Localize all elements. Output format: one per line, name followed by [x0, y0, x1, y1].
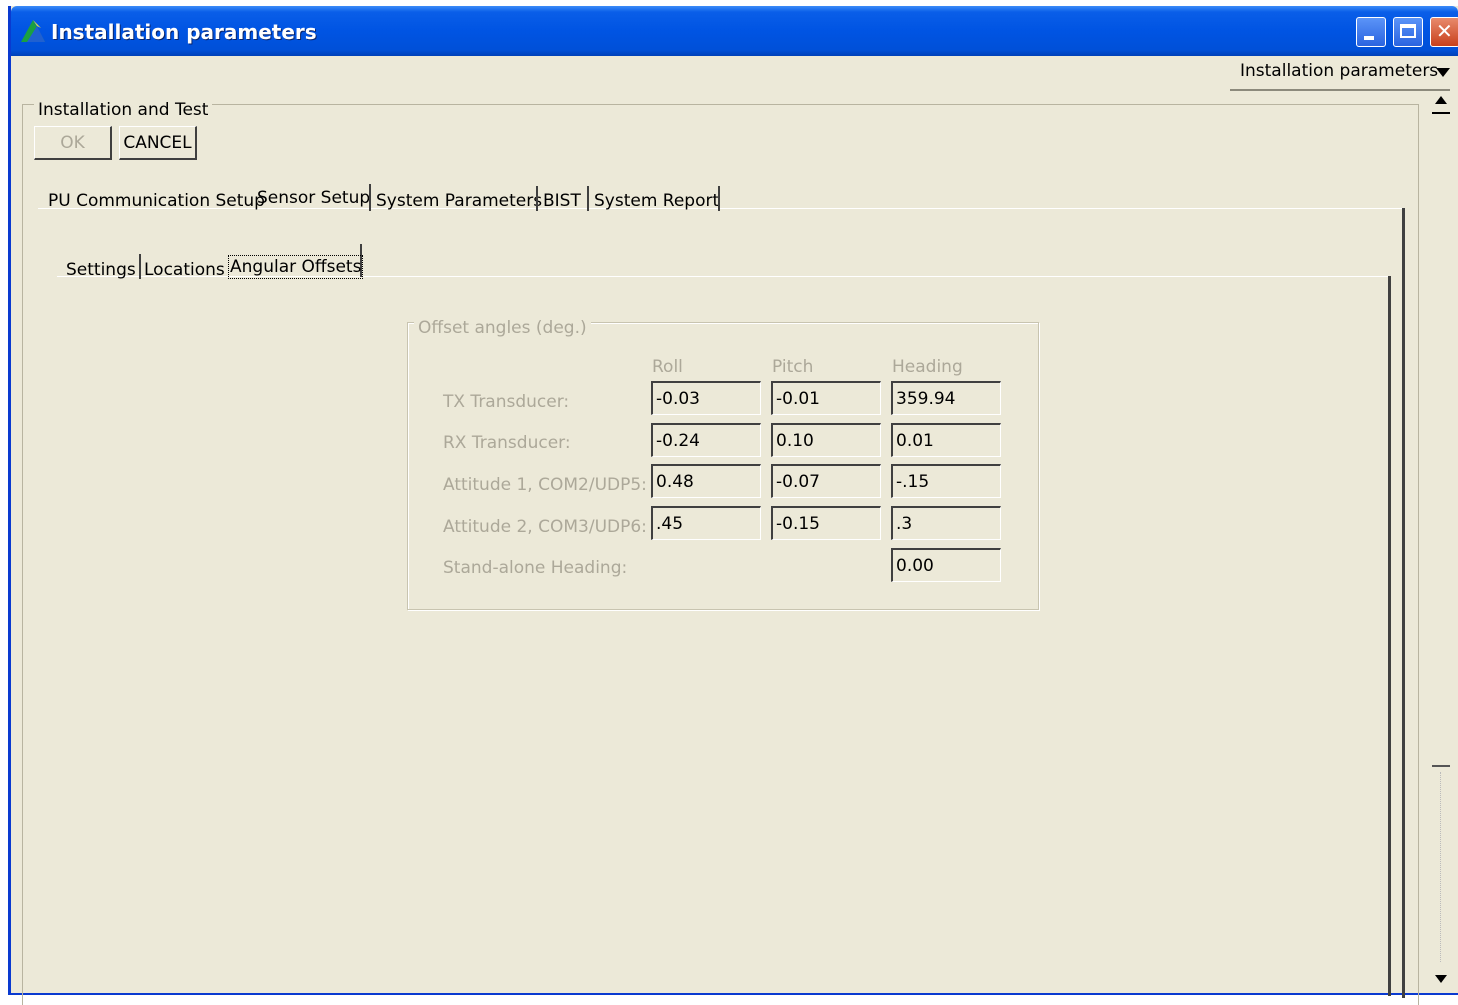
view-selector-value: Installation parameters — [1240, 61, 1439, 81]
tab-settings[interactable]: Settings — [66, 260, 136, 280]
close-button[interactable] — [1430, 17, 1458, 47]
tx-pitch-field[interactable] — [771, 381, 881, 415]
offset-angles-legend: Offset angles (deg.) — [414, 318, 591, 338]
title-bar[interactable]: Installation parameters — [11, 6, 1458, 56]
row-label-stand-alone-heading: Stand-alone Heading: — [443, 558, 628, 578]
tab-system-report[interactable]: System Report — [594, 191, 719, 211]
tab-separator — [587, 186, 589, 211]
view-selector-combo[interactable]: Installation parameters — [1230, 53, 1450, 91]
row-label-tx-transducer: TX Transducer: — [443, 392, 570, 412]
row-label-attitude-1: Attitude 1, COM2/UDP5: — [443, 475, 647, 495]
column-header-pitch: Pitch — [772, 357, 814, 377]
attitude2-roll-field[interactable] — [651, 506, 761, 540]
maximize-button[interactable] — [1393, 17, 1423, 47]
ok-button[interactable]: OK — [34, 126, 112, 160]
dropdown-arrow-icon[interactable] — [1436, 68, 1450, 77]
scrollbar-thumb-top[interactable] — [1432, 112, 1450, 114]
tx-roll-field[interactable] — [651, 381, 761, 415]
tab-pu-communication-setup[interactable]: PU Communication Setup — [48, 191, 265, 211]
tab-separator — [369, 184, 371, 211]
scrollbar-track[interactable] — [1440, 772, 1443, 962]
app-icon — [21, 20, 45, 42]
attitude1-heading-field[interactable] — [891, 464, 1001, 498]
scrollbar-thumb-bottom[interactable] — [1432, 765, 1450, 767]
attitude1-roll-field[interactable] — [651, 464, 761, 498]
tab-locations[interactable]: Locations — [144, 260, 225, 280]
scroll-down-icon[interactable] — [1435, 975, 1447, 983]
attitude1-pitch-field[interactable] — [771, 464, 881, 498]
tx-heading-field[interactable] — [891, 381, 1001, 415]
column-header-heading: Heading — [892, 357, 963, 377]
tab-separator — [139, 254, 141, 279]
attitude2-pitch-field[interactable] — [771, 506, 881, 540]
tab-sensor-setup[interactable]: Sensor Setup — [257, 188, 370, 208]
tab-separator — [536, 186, 538, 211]
stand-alone-heading-field[interactable] — [891, 548, 1001, 582]
column-header-roll: Roll — [652, 357, 683, 377]
vertical-scrollbar[interactable] — [1432, 92, 1450, 989]
row-label-attitude-2: Attitude 2, COM3/UDP6: — [443, 517, 647, 537]
minimize-button[interactable] — [1356, 17, 1386, 47]
tab-bist[interactable]: BIST — [543, 191, 581, 211]
attitude2-heading-field[interactable] — [891, 506, 1001, 540]
rx-pitch-field[interactable] — [771, 423, 881, 457]
cancel-button[interactable]: CANCEL — [119, 126, 197, 160]
row-label-rx-transducer: RX Transducer: — [443, 433, 571, 453]
tab-system-parameters[interactable]: System Parameters — [376, 191, 542, 211]
rx-heading-field[interactable] — [891, 423, 1001, 457]
window-title: Installation parameters — [51, 20, 317, 44]
tab-angular-offsets[interactable]: Angular Offsets — [227, 255, 364, 279]
tab-separator — [718, 186, 720, 211]
installation-test-legend: Installation and Test — [34, 100, 213, 120]
rx-roll-field[interactable] — [651, 423, 761, 457]
scroll-up-icon[interactable] — [1435, 96, 1447, 104]
